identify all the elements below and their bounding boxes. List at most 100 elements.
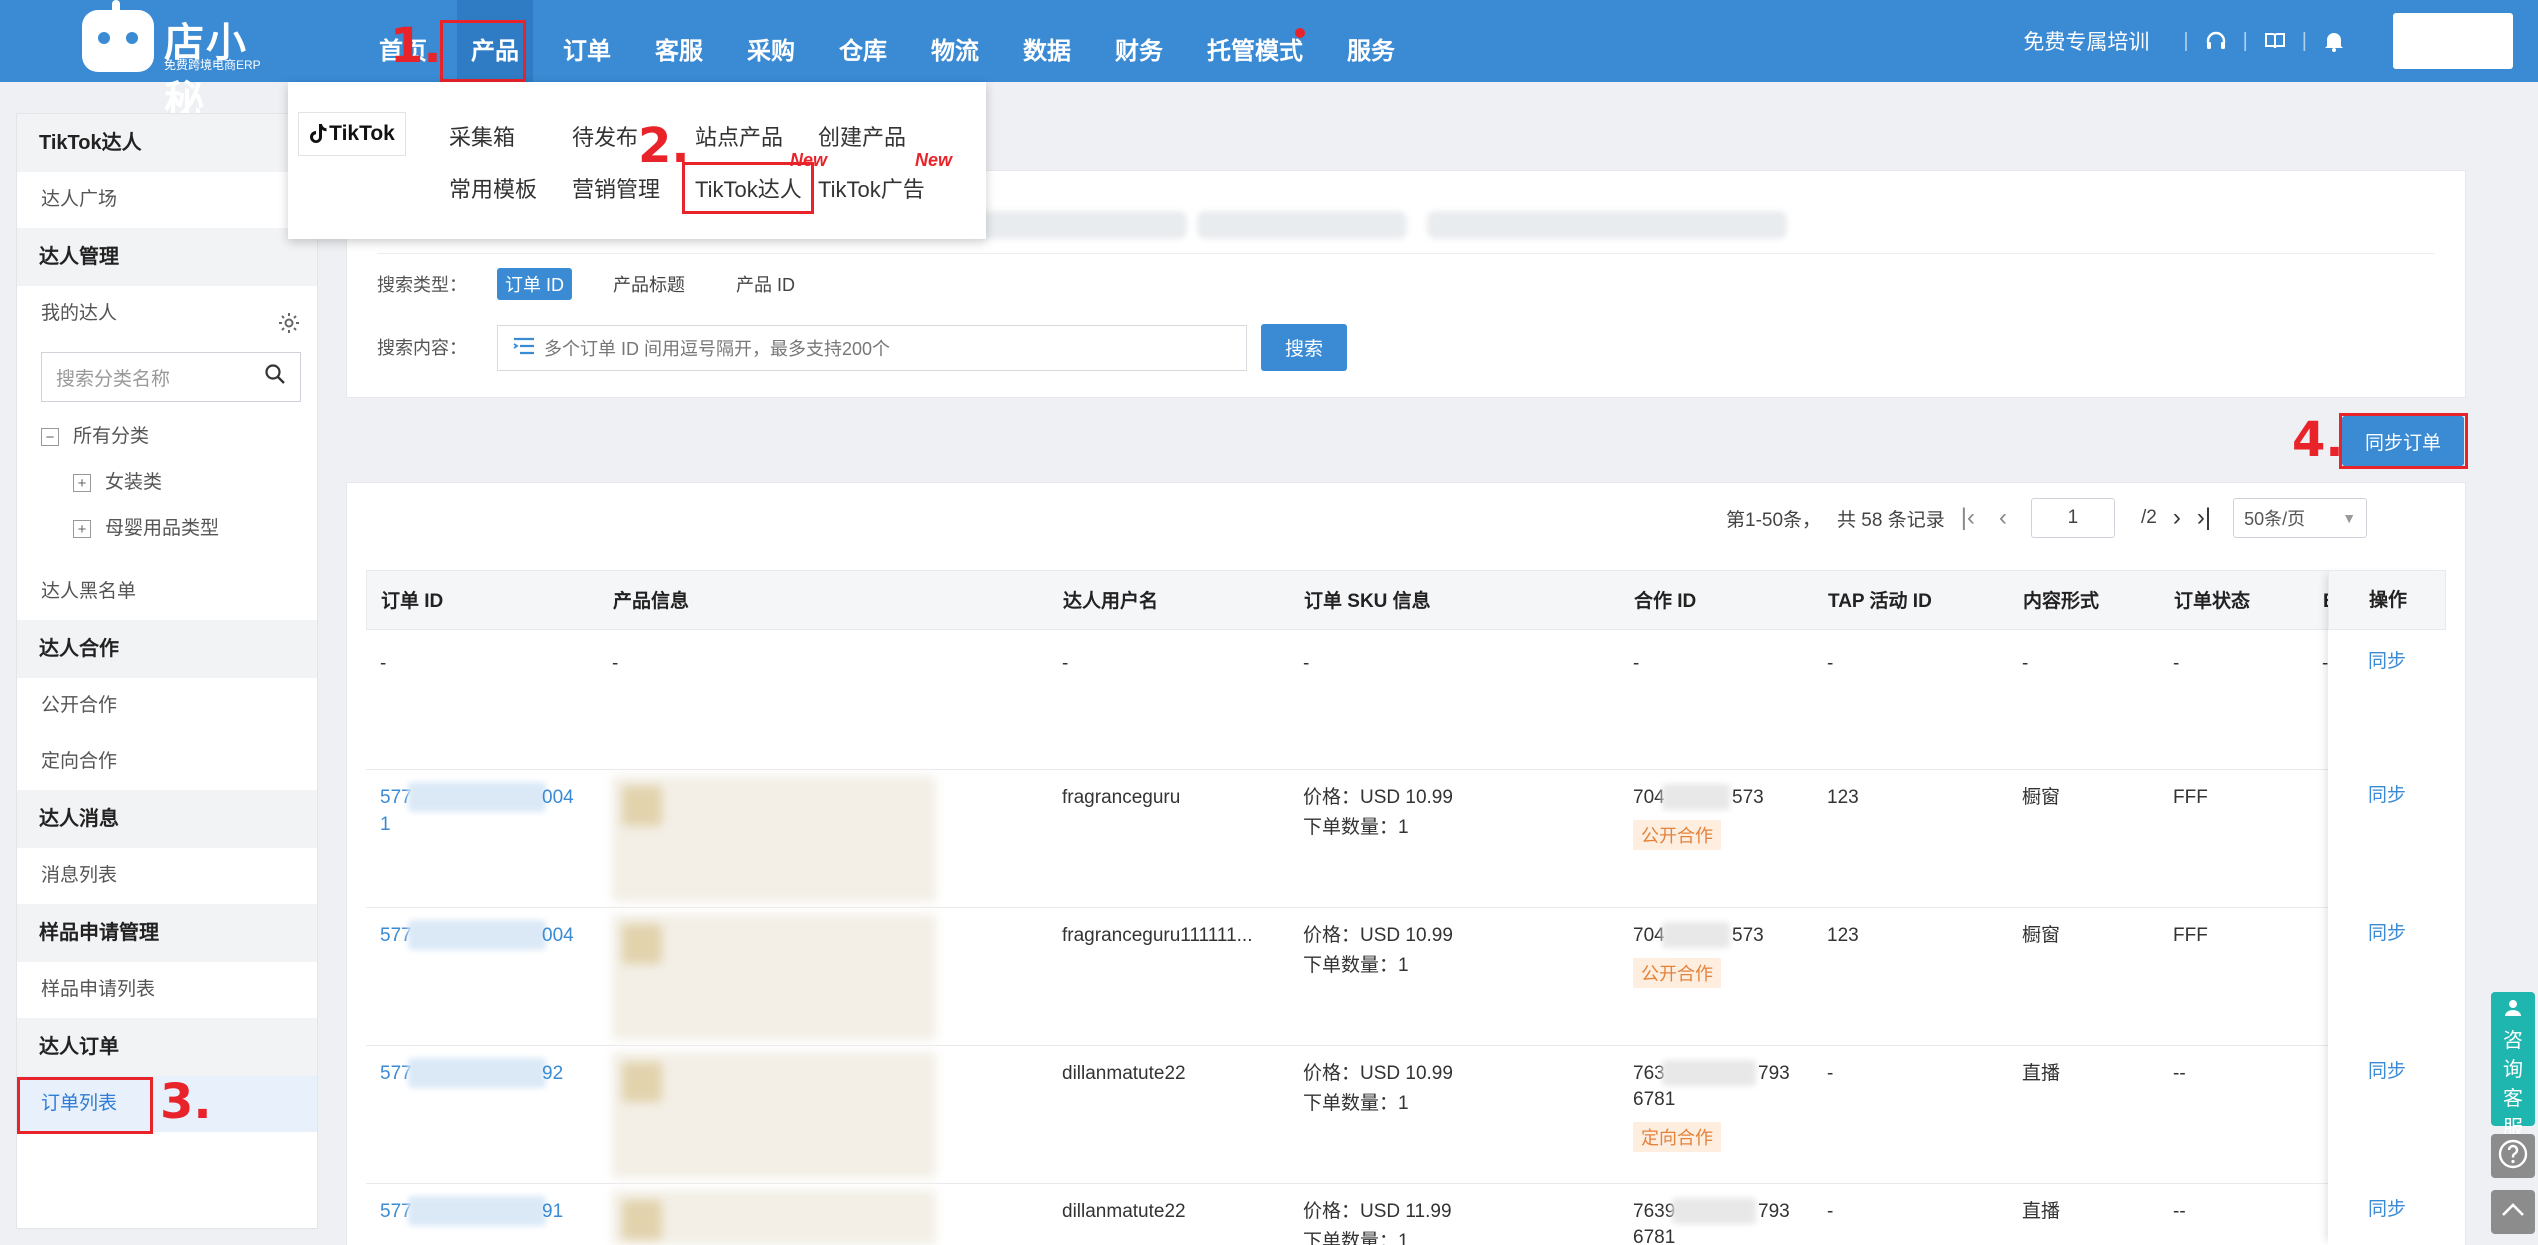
divider: | <box>2301 29 2307 52</box>
search-content-label: 搜索内容： <box>377 338 467 358</box>
help-button[interactable] <box>2491 1134 2535 1178</box>
nav-service[interactable]: 客服 <box>641 0 717 82</box>
service-char: 询 <box>2503 1059 2523 1081</box>
order-id-link[interactable]: 1 <box>380 811 391 838</box>
col-coop-id: 合作 ID <box>1634 591 1697 612</box>
category-search-input[interactable]: 搜索分类名称 <box>41 352 301 402</box>
order-id-link[interactable]: 91 <box>542 1198 563 1225</box>
order-id-link[interactable]: 577 <box>380 1198 412 1225</box>
tap-id: - <box>1827 1063 1834 1084</box>
sku-quantity: 下单数量：1 <box>1303 955 1409 976</box>
sku-quantity: 下单数量：1 <box>1303 1231 1409 1245</box>
next-page-icon[interactable]: › <box>2173 504 2181 532</box>
product-image[interactable] <box>612 1190 936 1245</box>
tree-node-all[interactable]: − 所有分类 <box>17 414 317 460</box>
nav-finance[interactable]: 财务 <box>1101 0 1177 82</box>
annotation-box-order-list <box>17 1077 153 1134</box>
sidebar-item-creator-plaza[interactable]: 达人广场 <box>17 172 317 228</box>
order-id-link[interactable]: 92 <box>542 1060 563 1087</box>
nav-logistics[interactable]: 物流 <box>917 0 993 82</box>
sidebar-group-samples: 样品申请管理 <box>17 904 317 962</box>
sync-link[interactable]: 同步 <box>2368 782 2406 809</box>
targeted-coop-tag: 定向合作 <box>1633 1122 1721 1152</box>
sidebar-item-blacklist[interactable]: 达人黑名单 <box>17 564 317 620</box>
coop-id: 573 <box>1732 787 1764 808</box>
last-page-icon[interactable]: ›| <box>2197 504 2211 532</box>
headset-icon[interactable] <box>2203 28 2229 54</box>
sync-link[interactable]: 同步 <box>2368 920 2406 947</box>
nav-hosting-label: 托管模式 <box>1207 38 1303 65</box>
nav-data[interactable]: 数据 <box>1009 0 1085 82</box>
menu-templates[interactable]: 常用模板 <box>449 172 537 204</box>
question-icon <box>2497 1138 2529 1175</box>
sidebar-item-sample-list[interactable]: 样品申请列表 <box>17 962 317 1018</box>
blurred-tab <box>977 211 1187 239</box>
table-row: 577 92 dillanmatute22 价格：USD 10.99 下单数量：… <box>366 1046 2446 1184</box>
tree-node-womens-wear[interactable]: + 女装类 <box>17 460 317 506</box>
brand-logo[interactable]: 店小秘 免费跨境电商ERP <box>82 0 282 123</box>
search-button[interactable]: 搜索 <box>1261 324 1347 371</box>
bell-icon[interactable] <box>2321 28 2347 54</box>
blurred-coop-id <box>1662 922 1730 948</box>
order-id-link[interactable]: 004 <box>542 784 574 811</box>
sidebar-group-messages: 达人消息 <box>17 790 317 848</box>
content-type: - <box>2022 653 2029 674</box>
divider: | <box>2183 29 2189 52</box>
gear-icon[interactable] <box>277 302 301 358</box>
first-page-icon[interactable]: |‹ <box>1961 504 1975 532</box>
expand-icon[interactable]: + <box>73 474 91 492</box>
tree-label: 所有分类 <box>73 426 150 447</box>
menu-create-product[interactable]: 创建产品 <box>818 120 906 152</box>
sku-info: - <box>1303 653 1310 674</box>
page-count: /2 <box>2140 507 2157 528</box>
menu-collect-box[interactable]: 采集箱 <box>449 120 515 152</box>
search-type-product-id[interactable]: 产品 ID <box>728 268 803 300</box>
order-id-link[interactable]: 004 <box>542 922 574 949</box>
order-id-link[interactable]: 577 <box>380 1060 412 1087</box>
page-size-value: 50条/页 <box>2244 509 2306 529</box>
user-account-box[interactable] <box>2393 13 2513 69</box>
search-icon[interactable] <box>264 363 286 391</box>
back-to-top-button[interactable] <box>2491 1190 2535 1234</box>
search-content-input[interactable]: 多个订单 ID 间用逗号隔开，最多支持200个 <box>497 325 1247 371</box>
nav-purchase[interactable]: 采购 <box>733 0 809 82</box>
nav-services[interactable]: 服务 <box>1333 0 1409 82</box>
order-id-link[interactable]: 577 <box>380 922 412 949</box>
product-image[interactable] <box>612 1052 936 1178</box>
customer-service-widget[interactable]: 咨 询 客 服 <box>2491 992 2535 1139</box>
free-training-link[interactable]: 免费专属培训 <box>2023 26 2149 56</box>
sidebar-item-targeted-coop[interactable]: 定向合作 <box>17 734 317 790</box>
order-id-link[interactable]: 577 <box>380 784 412 811</box>
menu-pending-publish[interactable]: 待发布 <box>572 120 638 152</box>
product-image[interactable] <box>612 914 936 1040</box>
page-range: 第1-50条， <box>1726 509 1822 531</box>
page-size-select[interactable]: 50条/页 ▼ <box>2233 498 2368 538</box>
sync-link[interactable]: 同步 <box>2368 648 2406 675</box>
menu-marketing[interactable]: 营销管理 <box>572 172 660 204</box>
sidebar-item-message-list[interactable]: 消息列表 <box>17 848 317 904</box>
tiktok-platform-logo[interactable]: TikTok <box>298 112 406 156</box>
sync-link[interactable]: 同步 <box>2368 1058 2406 1085</box>
new-badge: New <box>915 150 953 170</box>
nav-hosting[interactable]: 托管模式 <box>1193 0 1317 82</box>
product-image[interactable] <box>612 776 936 902</box>
search-type-order-id[interactable]: 订单 ID <box>497 268 573 300</box>
order-id: - <box>380 653 387 674</box>
prev-page-icon[interactable]: ‹ <box>1999 504 2007 532</box>
menu-tiktok-ads[interactable]: TikTok广告 <box>818 172 925 204</box>
page-number-input[interactable]: 1 <box>2030 498 2115 538</box>
sidebar-item-public-coop[interactable]: 公开合作 <box>17 678 317 734</box>
nav-order[interactable]: 订单 <box>549 0 625 82</box>
sync-link[interactable]: 同步 <box>2368 1196 2406 1223</box>
search-type-product-title[interactable]: 产品标题 <box>605 268 693 300</box>
nav-warehouse[interactable]: 仓库 <box>825 0 901 82</box>
sidebar-item-my-creators[interactable]: 我的达人 <box>17 286 317 342</box>
menu-site-products[interactable]: 站点产品 <box>695 120 783 152</box>
coop-id: 793 <box>1758 1063 1790 1084</box>
expand-icon[interactable]: + <box>73 520 91 538</box>
tiktok-icon <box>310 124 327 143</box>
product-dropdown-menu: TikTok 采集箱 待发布 站点产品 创建产品 常用模板 营销管理 TikTo… <box>288 82 986 239</box>
collapse-icon[interactable]: − <box>41 428 59 446</box>
tree-node-baby-products[interactable]: + 母婴用品类型 <box>17 506 317 552</box>
book-icon[interactable] <box>2262 28 2288 54</box>
